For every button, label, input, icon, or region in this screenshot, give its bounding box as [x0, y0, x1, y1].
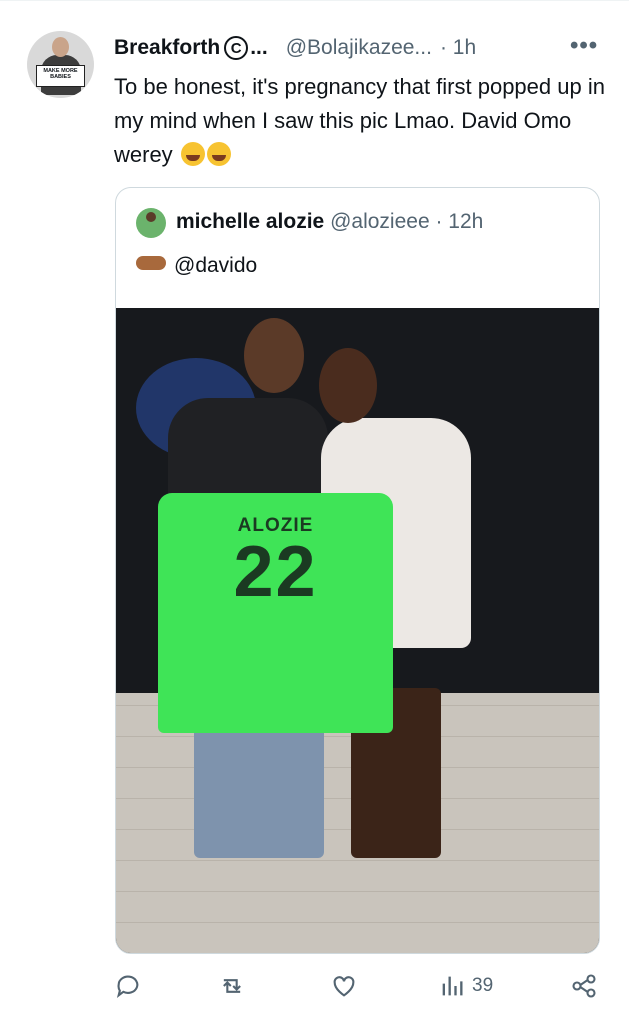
- reply-icon: [116, 975, 139, 998]
- quoted-tweet[interactable]: michelle alozie @alozieee · 12h @davido …: [115, 187, 600, 954]
- person-left-head: [244, 318, 304, 393]
- tweet-time[interactable]: · 1h: [440, 36, 476, 60]
- more-options-button[interactable]: •••: [570, 32, 598, 60]
- tweet-header: Breakforth C ... @Bolajikazee... · 1h: [114, 32, 476, 64]
- retweet-icon: [223, 979, 241, 993]
- quote-author-handle[interactable]: @alozieee: [330, 210, 430, 233]
- share-icon: [572, 974, 596, 998]
- green-jersey: ALOZIE 22: [158, 493, 393, 733]
- author-badge: C: [224, 36, 249, 60]
- author-avatar[interactable]: MAKE MORE BABIES: [27, 31, 94, 98]
- views-icon: [442, 976, 463, 996]
- author-name-ellipsis: ...: [250, 36, 268, 59]
- author-name[interactable]: Breakforth: [114, 36, 220, 60]
- avatar-sign: MAKE MORE BABIES: [36, 65, 85, 87]
- share-button[interactable]: [570, 972, 598, 1000]
- laughing-emoji-icon: [180, 142, 205, 166]
- quote-author-avatar[interactable]: [136, 208, 166, 238]
- top-divider: [0, 0, 629, 1]
- like-icon: [333, 976, 355, 997]
- views-count: 39: [472, 975, 494, 996]
- like-button[interactable]: [330, 972, 358, 1000]
- quote-text: @davido: [136, 254, 257, 278]
- quote-author-name[interactable]: michelle alozie: [176, 210, 324, 233]
- quote-time[interactable]: · 12h: [435, 210, 483, 233]
- quote-header: michelle alozie @alozieee · 12h: [176, 210, 483, 234]
- laughing-emoji-icon: [206, 142, 231, 166]
- author-handle[interactable]: @Bolajikazee...: [286, 36, 432, 60]
- jersey-number: 22: [233, 532, 318, 612]
- person-right-head: [319, 348, 377, 423]
- avatar-head: [52, 37, 69, 57]
- tweet-actions: 39: [0, 972, 629, 1012]
- handshake-emoji-icon: [136, 256, 166, 270]
- views-button[interactable]: 39: [438, 972, 493, 1000]
- quote-mention[interactable]: @davido: [174, 254, 257, 277]
- reply-button[interactable]: [114, 972, 142, 1000]
- quote-photo[interactable]: ALOZIE 22: [116, 308, 599, 953]
- tweet-text: To be honest, it's pregnancy that first …: [114, 70, 614, 172]
- retweet-button[interactable]: [218, 972, 246, 1000]
